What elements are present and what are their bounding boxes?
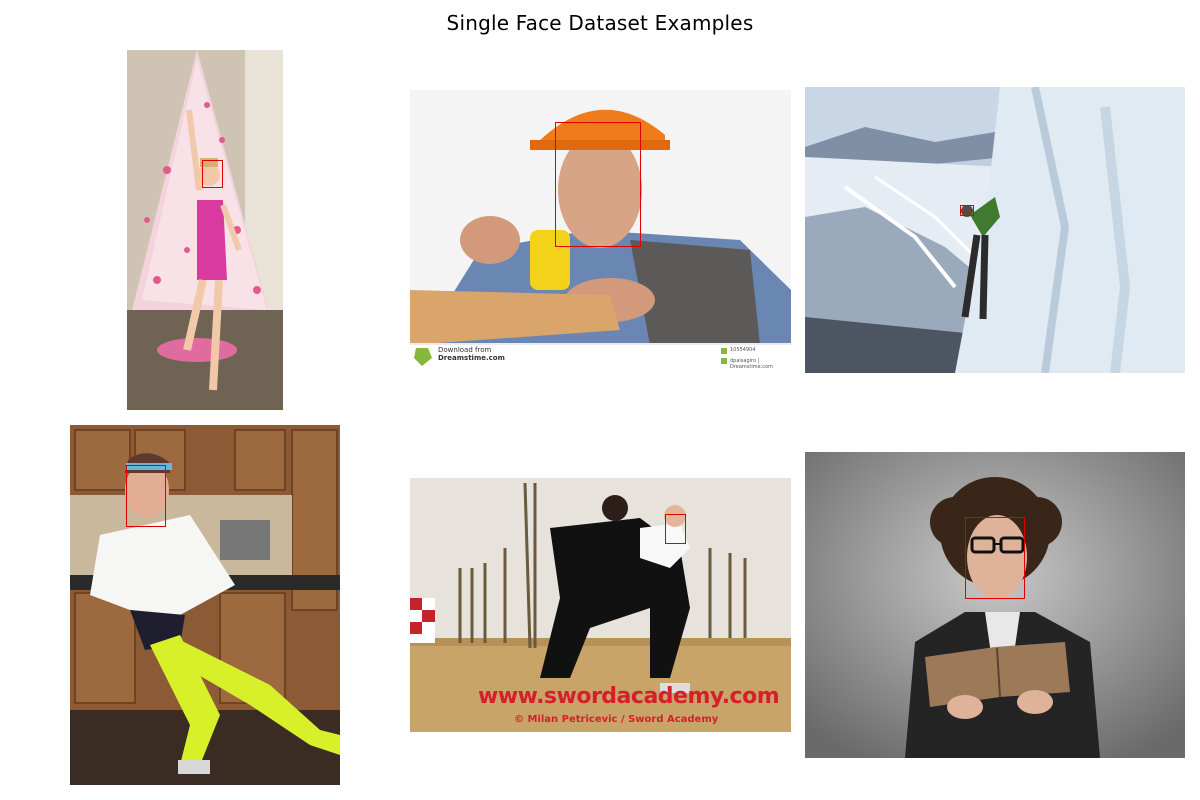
watermark-credit: dpaisagiro | Dreamstime.com (730, 358, 773, 370)
face-bounding-box (202, 160, 223, 188)
photo-man-with-book (805, 452, 1185, 758)
face-bounding-box (126, 465, 166, 527)
face-bounding-box (960, 205, 974, 216)
example-image-2: Download from Dreamstime.com 10554904 dp… (410, 90, 791, 375)
face-bounding-box (965, 517, 1025, 599)
face-bounding-box (555, 122, 641, 247)
face-bounding-box (665, 514, 686, 544)
watermark-url: www.swordacademy.com (478, 684, 780, 709)
watermark-download-from: Download from (438, 346, 492, 354)
photo-girl-christmas-tree (127, 50, 283, 410)
example-image-4 (70, 425, 340, 785)
example-image-6 (805, 452, 1185, 758)
example-image-3 (805, 87, 1185, 373)
photo-ice-climber (805, 87, 1185, 373)
watermark-credit: © Milan Petricevic / Sword Academy (514, 714, 719, 725)
photo-woman-kitchen (70, 425, 340, 785)
watermark-brand: Dreamstime.com (438, 354, 505, 362)
figure-title: Single Face Dataset Examples (446, 11, 754, 35)
watermark-image-id: 10554904 (730, 347, 756, 353)
example-image-5: www.swordacademy.com © Milan Petricevic … (410, 478, 791, 732)
example-image-1 (127, 50, 283, 410)
